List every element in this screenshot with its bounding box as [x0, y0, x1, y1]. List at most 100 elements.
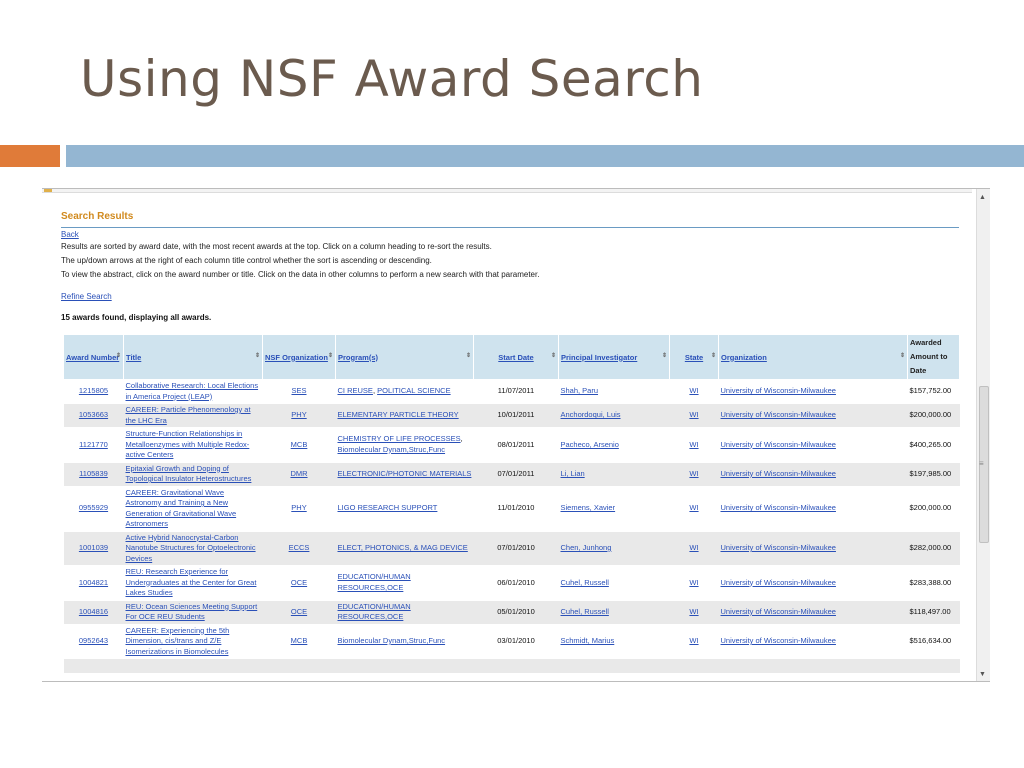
pi-link[interactable]: Shah, Paru: [561, 386, 599, 395]
start-date[interactable]: 03/01/2010: [473, 624, 559, 659]
vertical-scrollbar[interactable]: ▲ ≡ ▼: [976, 189, 990, 681]
pi-link[interactable]: Cuhel, Russell: [561, 607, 609, 616]
col-nsf-organization[interactable]: NSF Organization ⇕: [262, 334, 336, 380]
program-link[interactable]: LIGO RESEARCH SUPPORT: [338, 503, 438, 512]
sort-arrows-icon[interactable]: ⇕: [255, 352, 260, 359]
organization-link[interactable]: University of Wisconsin-Milwaukee: [721, 469, 836, 478]
nsf-org-link[interactable]: MCB: [291, 440, 308, 449]
col-programs[interactable]: Program(s) ⇕: [335, 334, 474, 380]
start-date[interactable]: 11/07/2011: [473, 379, 559, 404]
award-number-link[interactable]: 1105839: [79, 469, 108, 478]
award-title-link[interactable]: REU: Ocean Sciences Meeting Support For …: [126, 602, 258, 622]
award-title-link[interactable]: REU: Research Experience for Undergradua…: [126, 567, 257, 597]
back-link[interactable]: Back: [61, 230, 79, 239]
sort-arrows-icon[interactable]: ⇕: [711, 352, 716, 359]
program-link[interactable]: Biomolecular Dynam,Struc,Func: [338, 636, 446, 645]
organization-link[interactable]: University of Wisconsin-Milwaukee: [721, 636, 836, 645]
scroll-down-icon[interactable]: ▼: [979, 671, 986, 678]
start-date[interactable]: 11/01/2010: [473, 486, 559, 532]
refine-search-link[interactable]: Refine Search: [61, 292, 112, 301]
state-link[interactable]: WI: [689, 440, 698, 449]
organization-link[interactable]: University of Wisconsin-Milwaukee: [721, 503, 836, 512]
organization-link[interactable]: University of Wisconsin-Milwaukee: [721, 440, 836, 449]
program-link[interactable]: EDUCATION/HUMAN RESOURCES,OCE: [338, 602, 411, 622]
award-title-link[interactable]: CAREER: Gravitational Wave Astronomy and…: [126, 488, 237, 529]
nsf-org-link[interactable]: PHY: [291, 503, 306, 512]
award-title-link[interactable]: CAREER: Particle Phenomenology at the LH…: [126, 405, 251, 425]
state-link[interactable]: WI: [689, 503, 698, 512]
pi-link[interactable]: Li, Lian: [561, 469, 585, 478]
award-title-link[interactable]: Collaborative Research: Local Elections …: [126, 381, 259, 401]
award-number-link[interactable]: 1215805: [79, 386, 108, 395]
start-date[interactable]: 07/01/2010: [473, 531, 559, 566]
sort-arrows-icon[interactable]: ⇕: [466, 352, 471, 359]
award-title-link[interactable]: CAREER: Experiencing the 5th Dimension, …: [126, 626, 230, 656]
state-link[interactable]: WI: [689, 636, 698, 645]
nsf-org-link[interactable]: PHY: [291, 410, 306, 419]
col-pi-label[interactable]: Principal Investigator: [561, 353, 637, 362]
award-number-link[interactable]: 1053663: [79, 410, 108, 419]
sort-arrows-icon[interactable]: ⇕: [662, 352, 667, 359]
scroll-up-icon[interactable]: ▲: [979, 194, 986, 201]
col-award-number[interactable]: Award Number ⇕: [63, 334, 124, 380]
pi-link[interactable]: Pacheco, Arsenio: [561, 440, 619, 449]
state-link[interactable]: WI: [689, 386, 698, 395]
award-number-link[interactable]: 1001039: [79, 543, 108, 552]
nsf-org-link[interactable]: OCE: [291, 607, 307, 616]
state-link[interactable]: WI: [689, 469, 698, 478]
col-state[interactable]: State ⇕: [669, 334, 719, 380]
program-link[interactable]: CI REUSE: [338, 386, 373, 395]
state-link[interactable]: WI: [689, 410, 698, 419]
program-link[interactable]: ELECT, PHOTONICS, & MAG DEVICE: [338, 543, 468, 552]
program-link[interactable]: ELEMENTARY PARTICLE THEORY: [338, 410, 459, 419]
sort-arrows-icon[interactable]: ⇕: [551, 352, 556, 359]
pi-link[interactable]: Schmidt, Marius: [561, 636, 615, 645]
state-link[interactable]: WI: [689, 607, 698, 616]
pi-link[interactable]: Cuhel, Russell: [561, 578, 609, 587]
start-date[interactable]: 06/01/2010: [473, 565, 559, 601]
program-link[interactable]: ELECTRONIC/PHOTONIC MATERIALS: [338, 469, 472, 478]
start-date[interactable]: 05/01/2010: [473, 600, 559, 625]
award-title-link[interactable]: Epitaxial Growth and Doping of Topologic…: [126, 464, 252, 484]
state-link[interactable]: WI: [689, 543, 698, 552]
program-link[interactable]: Biomolecular Dynam,Struc,Func: [338, 445, 446, 454]
col-start-date-label[interactable]: Start Date: [498, 353, 533, 362]
col-organization[interactable]: Organization ⇕: [718, 334, 908, 380]
program-link[interactable]: CHEMISTRY OF LIFE PROCESSES: [338, 434, 461, 443]
nsf-org-link[interactable]: ECCS: [289, 543, 310, 552]
col-award-number-label[interactable]: Award Number: [66, 353, 119, 362]
col-nsf-organization-label[interactable]: NSF Organization: [265, 353, 328, 362]
start-date[interactable]: 07/01/2011: [473, 462, 559, 487]
award-title-link[interactable]: Structure-Function Relationships in Meta…: [126, 429, 250, 459]
state-link[interactable]: WI: [689, 578, 698, 587]
award-number-link[interactable]: 1004816: [79, 607, 108, 616]
organization-link[interactable]: University of Wisconsin-Milwaukee: [721, 410, 836, 419]
organization-link[interactable]: University of Wisconsin-Milwaukee: [721, 386, 836, 395]
col-title-label[interactable]: Title: [126, 353, 141, 362]
pi-link[interactable]: Siemens, Xavier: [561, 503, 616, 512]
pi-link[interactable]: Chen, Junhong: [561, 543, 612, 552]
nsf-org-link[interactable]: DMR: [290, 469, 307, 478]
nsf-org-link[interactable]: OCE: [291, 578, 307, 587]
start-date[interactable]: 08/01/2011: [473, 427, 559, 463]
organization-link[interactable]: University of Wisconsin-Milwaukee: [721, 578, 836, 587]
col-title[interactable]: Title ⇕: [123, 334, 263, 380]
nsf-org-link[interactable]: SES: [291, 386, 306, 395]
sort-arrows-icon[interactable]: ⇕: [328, 352, 333, 359]
col-organization-label[interactable]: Organization: [721, 353, 767, 362]
program-link[interactable]: POLITICAL SCIENCE: [377, 386, 451, 395]
award-number-link[interactable]: 1121770: [79, 440, 108, 449]
award-title-link[interactable]: Active Hybrid Nanocrystal-Carbon Nanotub…: [126, 533, 256, 563]
col-principal-investigator[interactable]: Principal Investigator ⇕: [558, 334, 670, 380]
award-number-link[interactable]: 0955929: [79, 503, 108, 512]
start-date[interactable]: 10/01/2011: [473, 403, 559, 428]
sort-arrows-icon[interactable]: ⇕: [116, 352, 121, 359]
organization-link[interactable]: University of Wisconsin-Milwaukee: [721, 543, 836, 552]
col-state-label[interactable]: State: [685, 353, 703, 362]
col-programs-label[interactable]: Program(s): [338, 353, 378, 362]
pi-link[interactable]: Anchordoqui, Luis: [561, 410, 621, 419]
award-number-link[interactable]: 0952643: [79, 636, 108, 645]
award-number-link[interactable]: 1004821: [79, 578, 108, 587]
program-link[interactable]: EDUCATION/HUMAN RESOURCES,OCE: [338, 572, 411, 592]
sort-arrows-icon[interactable]: ⇕: [900, 352, 905, 359]
